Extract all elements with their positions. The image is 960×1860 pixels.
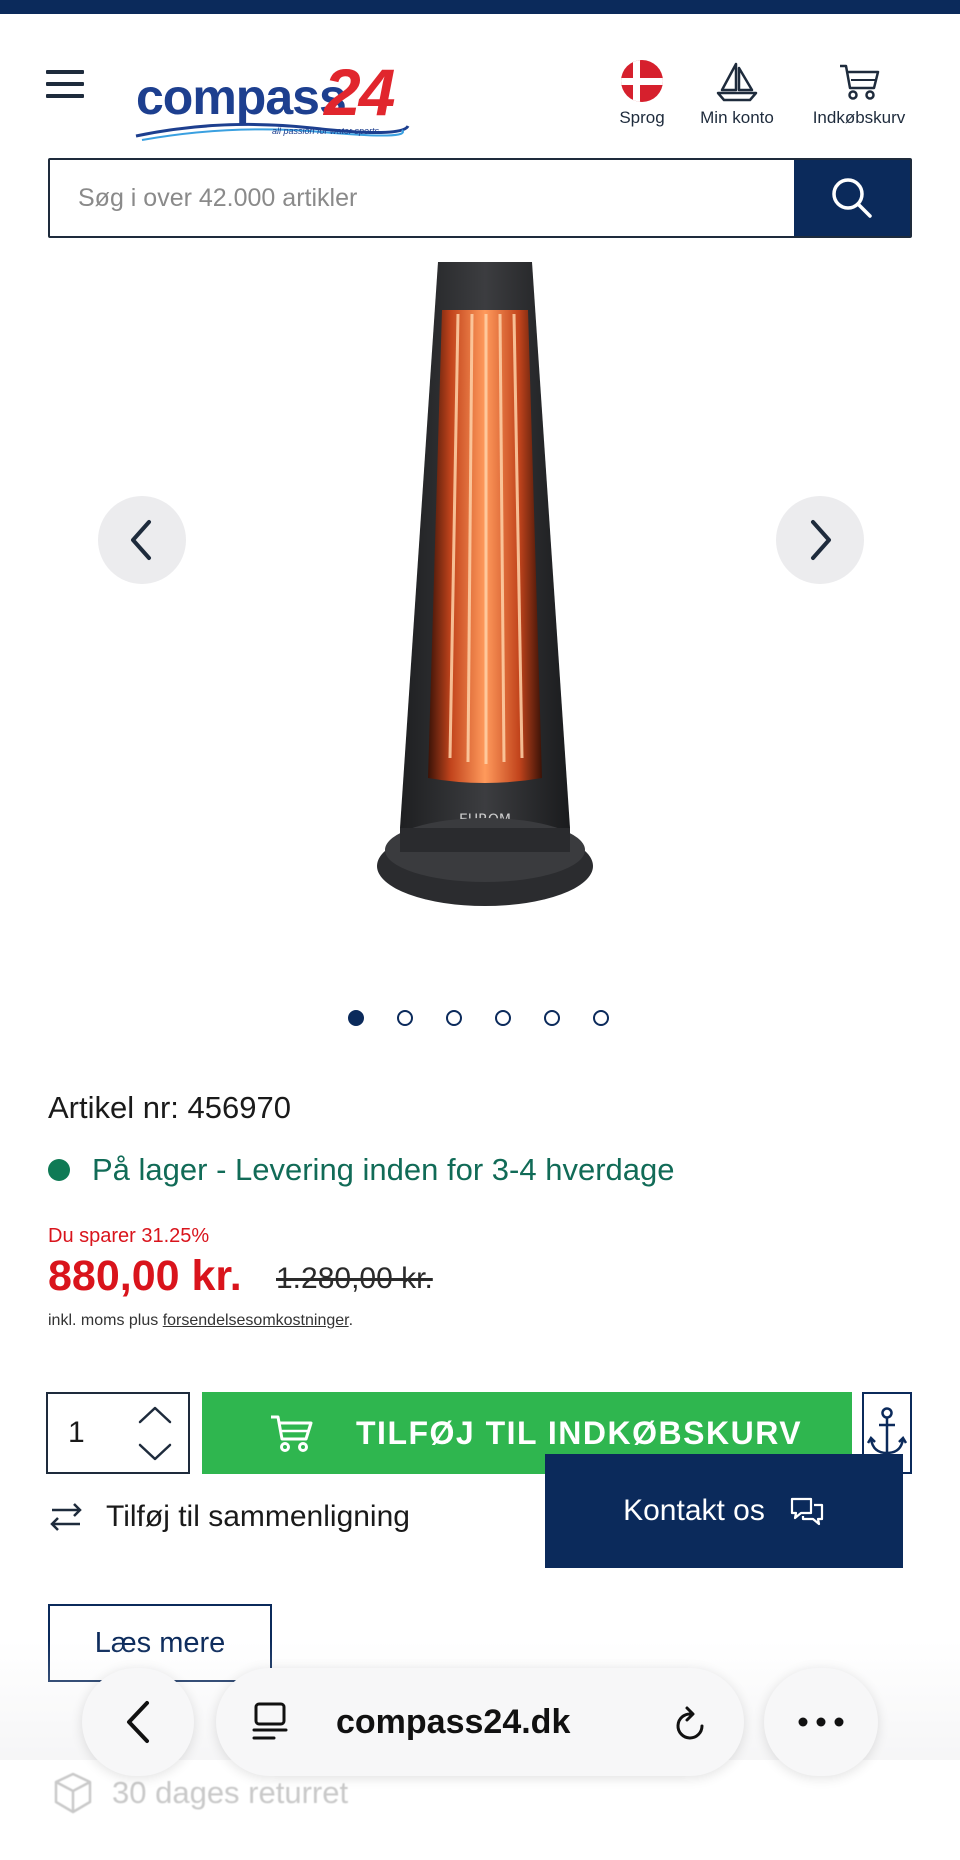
language-selector[interactable]: Sprog [612,58,672,138]
anchor-icon [867,1407,907,1455]
product-image-gallery: EUROM [0,258,960,948]
stock-status: På lager - Levering inden for 3-4 hverda… [48,1152,674,1188]
more-dots-icon [798,1717,844,1727]
logo-tagline: all passion for water sports [272,126,380,136]
browser-back-button[interactable] [82,1668,194,1776]
search-icon [832,178,872,218]
browser-more-button[interactable] [764,1668,878,1776]
cart-link[interactable]: Indkøbskurv [804,58,914,138]
gallery-dot[interactable] [495,1010,511,1026]
current-price: 880,00 kr. [48,1252,242,1300]
menu-icon[interactable] [46,70,84,102]
add-to-compare-link[interactable]: Tilføj til sammenligning [48,1500,410,1534]
site-header: compass 24 all passion for water sports … [0,14,960,144]
compass24-logo[interactable]: compass 24 all passion for water sports [132,42,422,142]
gallery-prev-button[interactable] [98,496,186,584]
browser-address-bar[interactable]: compass24.dk [216,1668,744,1776]
chat-bubbles-icon [790,1497,823,1526]
gallery-dot[interactable] [397,1010,413,1026]
quantity-decrease-button[interactable] [136,1441,174,1470]
original-price: 1.280,00 kr. [276,1262,433,1295]
chevron-left-icon [131,520,151,560]
compare-arrows-icon [50,1503,82,1531]
cart-label: Indkøbskurv [812,108,906,127]
vat-note: inkl. moms plus forsendelsesomkostninger… [48,1312,353,1330]
chevron-down-icon [138,1443,172,1461]
search-input[interactable] [50,160,794,236]
quantity-arrows [136,1402,174,1470]
gallery-next-button[interactable] [776,496,864,584]
back-arrow-icon [127,1701,149,1743]
add-to-cart-label: TILFØJ TIL INDKØBSKURV [356,1414,803,1451]
quantity-increase-button[interactable] [136,1402,174,1431]
chevron-up-icon [138,1406,172,1424]
account-label: Min konto [700,108,774,127]
search-button[interactable] [794,160,910,236]
compare-label: Tilføj til sammenligning [106,1500,410,1533]
chevron-right-icon [811,520,831,560]
top-announcement-bar [0,0,960,14]
reload-icon[interactable] [672,1704,710,1744]
account-link[interactable]: Min konto [692,58,782,138]
vat-prefix: inkl. moms plus [48,1312,163,1329]
language-label: Sprog [619,108,665,127]
savings-badge: Du sparer 31.25% [48,1225,210,1247]
sailboat-icon [716,62,758,102]
browser-url: compass24.dk [336,1702,571,1741]
returns-text: 30 dages returret [112,1775,349,1810]
vat-suffix: . [348,1312,354,1329]
gallery-dot[interactable] [593,1010,609,1026]
gallery-pagination [348,1010,642,1030]
cart-icon [271,1415,313,1452]
quantity-value[interactable]: 1 [68,1416,128,1450]
patio-heater-image[interactable]: EUROM [370,258,600,918]
quantity-stepper: 1 [46,1392,190,1474]
search-bar [48,158,912,238]
browser-toolbar: compass24.dk [0,1660,960,1780]
contact-us-label: Kontakt os [623,1494,765,1527]
shipping-costs-link[interactable]: forsendelsesomkostninger [163,1312,349,1329]
article-number: Artikel nr: 456970 [48,1090,291,1125]
stock-status-text: På lager - Levering inden for 3-4 hverda… [92,1152,675,1187]
gallery-dot[interactable] [446,1010,462,1026]
danish-flag-icon [621,60,663,102]
gallery-dot[interactable] [544,1010,560,1026]
gallery-dot[interactable] [348,1010,364,1026]
contact-us-button[interactable]: Kontakt os [545,1454,903,1568]
tab-switcher-icon [252,1702,288,1740]
in-stock-dot-icon [48,1159,70,1181]
cart-icon [840,64,880,100]
